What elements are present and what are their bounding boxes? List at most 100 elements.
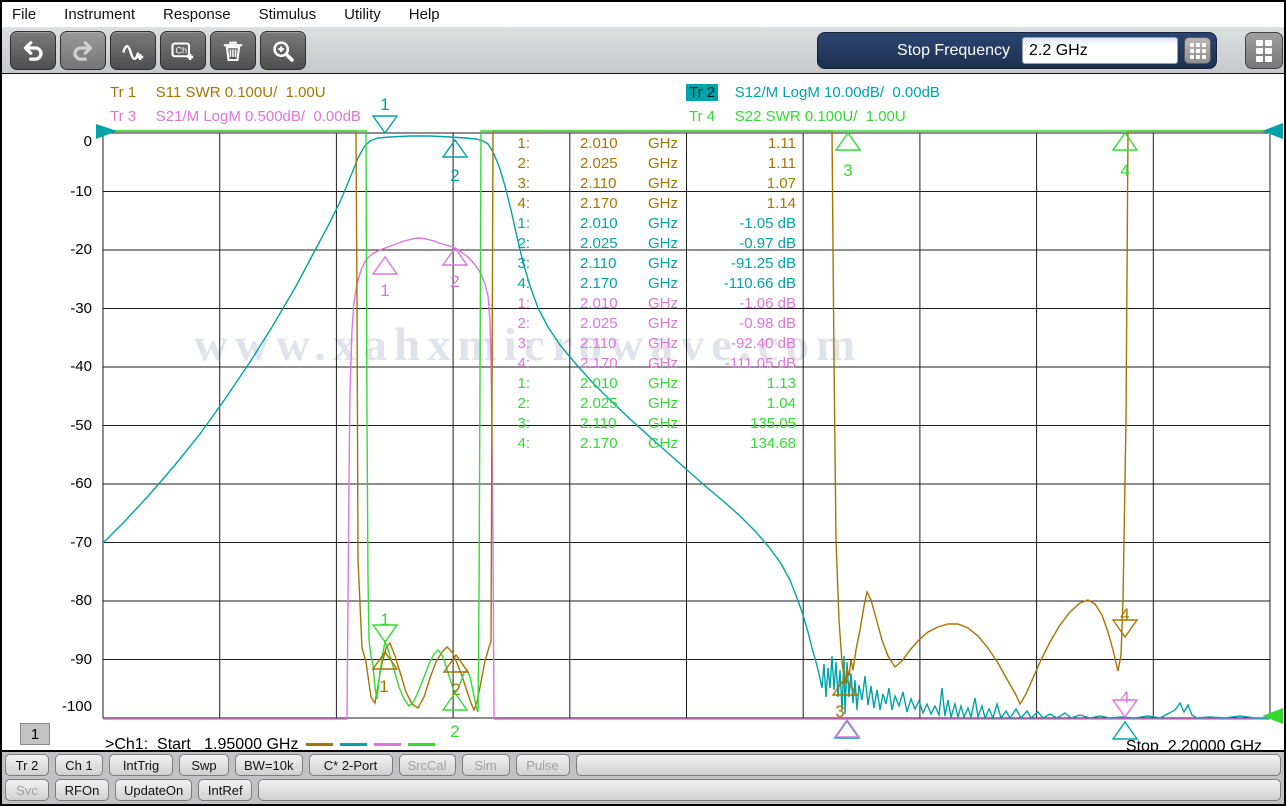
- status-row-2: SvcRFOnUpdateOnIntRef: [5, 779, 1281, 802]
- menu-bar: File Instrument Response Stimulus Utility Hel…: [2, 2, 1284, 28]
- delete-button[interactable]: [210, 31, 256, 70]
- marker-label: 3: [835, 702, 844, 721]
- marker-value: -110.66 dB: [684, 275, 796, 293]
- marker-frequency-unit: GHz: [648, 135, 684, 153]
- marker-label: 4: [1120, 605, 1129, 624]
- trace-header-tr1[interactable]: Tr 1 S11 SWR 0.100U/ 1.00U: [107, 84, 326, 101]
- stop-frequency-input[interactable]: [1022, 37, 1178, 64]
- menu-item-response[interactable]: Response: [163, 6, 231, 23]
- add-channel-button[interactable]: Ch: [160, 31, 206, 70]
- marker-frequency: 2.010: [530, 375, 648, 393]
- marker-number: 4:: [438, 195, 530, 213]
- keypad-icon[interactable]: [1184, 37, 1211, 64]
- marker-value: 1.11: [684, 135, 796, 153]
- menu-item-stimulus[interactable]: Stimulus: [259, 6, 317, 23]
- status-button-inttrig[interactable]: IntTrig: [109, 754, 173, 776]
- marker-frequency-unit: GHz: [648, 435, 684, 453]
- undo-button[interactable]: [10, 31, 56, 70]
- marker-table-row: 2:2.025GHz-0.97 dB: [438, 235, 796, 253]
- sweep-stop-label: Stop 2.20000 GHz: [1062, 738, 1262, 752]
- marker-number: 3:: [438, 255, 530, 273]
- ref-level-arrow: [96, 124, 117, 139]
- y-axis-tick-label: -40: [30, 358, 92, 375]
- status-button-tr-2[interactable]: Tr 2: [5, 754, 49, 776]
- legend-swatch-trace-3: [374, 743, 401, 746]
- marker-label: 1: [380, 95, 389, 114]
- marker-table-row: 3:2.110GHz-91.25 dB: [438, 255, 796, 273]
- marker-table-row: 4:2.170GHz-111.05 dB: [438, 355, 796, 373]
- marker-table-row: 3:2.110GHz135.05: [438, 415, 796, 433]
- trace-header-tr3[interactable]: Tr 3 S21/M LogM 0.500dB/ 0.00dB: [107, 108, 361, 125]
- marker-table-row: 4:2.170GHz134.68: [438, 435, 796, 453]
- trace-header-tr2[interactable]: Tr 2 S12/M LogM 10.00dB/ 0.00dB: [686, 84, 940, 101]
- menu-item-file[interactable]: File: [12, 6, 36, 23]
- y-axis-tick-label: -90: [30, 651, 92, 668]
- sweep-start-label: >Ch1: Start 1.95000 GHz: [105, 736, 298, 752]
- marker-frequency: 2.025: [530, 155, 648, 173]
- y-axis-tick-label: -50: [30, 417, 92, 434]
- status-button-bw-10k[interactable]: BW=10k: [235, 754, 303, 776]
- status-row-1: Tr 2 Ch 1 IntTrig Swp BW=10k C* 2-Port SrcCal S…: [5, 754, 1281, 777]
- y-axis-tick-label: -10: [30, 183, 92, 200]
- status-button-sim: Sim: [462, 754, 510, 776]
- marker-number: 2:: [438, 395, 530, 413]
- ref-level-arrow: [1262, 708, 1283, 724]
- marker-frequency: 2.110: [530, 335, 648, 353]
- channel-badge[interactable]: 1: [20, 723, 50, 745]
- marker-table-row: 4:2.170GHz-110.66 dB: [438, 275, 796, 293]
- trace-format-label: S12/M LogM 10.00dB/ 0.00dB: [726, 84, 939, 101]
- menu-item-utility[interactable]: Utility: [344, 6, 381, 23]
- marker-frequency-unit: GHz: [648, 215, 684, 233]
- menu-item-help[interactable]: Help: [409, 6, 440, 23]
- marker-number: 2:: [438, 155, 530, 173]
- vna-app-window: File Instrument Response Stimulus Utility Hel…: [0, 0, 1286, 806]
- marker-frequency: 2.010: [530, 135, 648, 153]
- menu-item-instrument[interactable]: Instrument: [64, 6, 135, 23]
- undo-icon: [20, 39, 46, 63]
- trace-header-tr4[interactable]: Tr 4 S22 SWR 0.100U/ 1.00U: [686, 108, 906, 125]
- marker-frequency-unit: GHz: [648, 355, 684, 373]
- status-message-field: [576, 754, 1281, 776]
- status-button-srccal: SrcCal: [399, 754, 456, 776]
- marker-x-triangle: [835, 721, 859, 738]
- marker-number: 4:: [438, 355, 530, 373]
- marker-3-triangle: [835, 720, 859, 737]
- marker-4-triangle: [1113, 133, 1137, 150]
- marker-frequency: 2.110: [530, 255, 648, 273]
- status-button-ch-1[interactable]: Ch 1: [55, 754, 103, 776]
- marker-number: 4:: [438, 435, 530, 453]
- redo-button: [60, 31, 106, 70]
- marker-label: 4: [1120, 688, 1129, 707]
- marker-frequency-unit: GHz: [648, 195, 684, 213]
- status-button-intref[interactable]: IntRef: [198, 779, 252, 801]
- add-trace-button[interactable]: [110, 31, 156, 70]
- status-button-swp[interactable]: Swp: [179, 754, 229, 776]
- marker-table-row: 2:2.025GHz-0.98 dB: [438, 315, 796, 333]
- marker-label: 3: [842, 746, 851, 752]
- grid-menu-icon[interactable]: [1245, 32, 1283, 69]
- trace-id-badge: Tr 1: [107, 84, 139, 101]
- trace-plus-icon: [120, 39, 146, 63]
- marker-table-row: 1:2.010GHz1.13: [438, 375, 796, 393]
- toolbar: Ch Stop Frequency: [2, 28, 1284, 74]
- marker-number: 1:: [438, 295, 530, 313]
- zoom-button[interactable]: [260, 31, 306, 70]
- marker-frequency-unit: GHz: [648, 295, 684, 313]
- marker-label: 1: [380, 610, 389, 629]
- marker-number: 2:: [438, 315, 530, 333]
- redo-icon: [70, 39, 96, 63]
- trace-id-badge: Tr 2: [686, 84, 718, 101]
- status-button-c-2-port[interactable]: C* 2-Port: [309, 754, 393, 776]
- status-button-rfon[interactable]: RFOn: [55, 779, 109, 801]
- marker-frequency: 2.010: [530, 215, 648, 233]
- marker-table-row: 3:2.110GHz-92.40 dB: [438, 335, 796, 353]
- trace-id-badge: Tr 3: [107, 108, 139, 125]
- marker-3-triangle: [836, 133, 860, 150]
- marker-frequency-unit: GHz: [648, 415, 684, 433]
- marker-number: 3:: [438, 415, 530, 433]
- marker-value: 135.05: [684, 415, 796, 433]
- status-button-updateon[interactable]: UpdateOn: [115, 779, 192, 801]
- marker-number: 1:: [438, 375, 530, 393]
- y-axis-tick-label: -30: [30, 300, 92, 317]
- status-button-pulse: Pulse: [516, 754, 570, 776]
